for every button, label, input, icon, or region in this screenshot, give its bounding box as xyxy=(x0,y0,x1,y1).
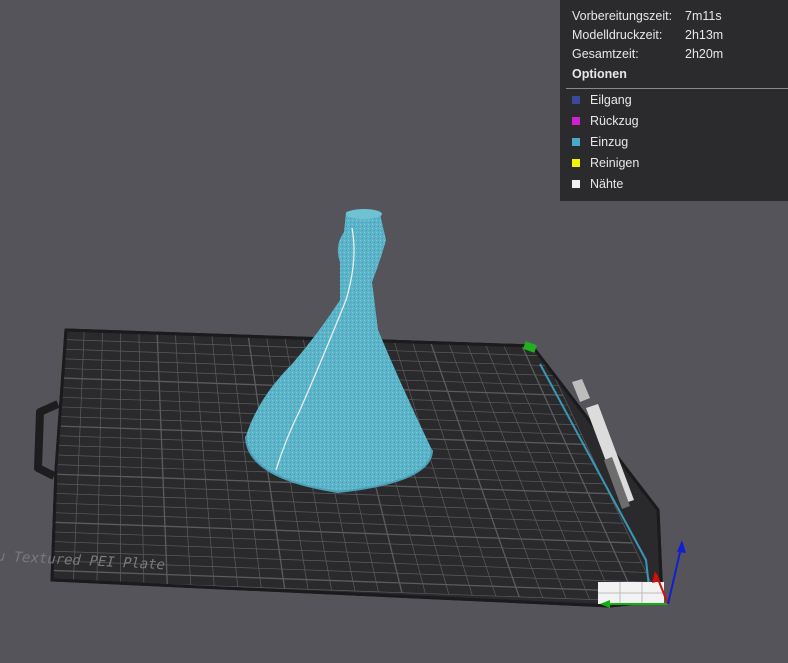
legend-label: Reinigen xyxy=(590,156,640,170)
swatch-icon xyxy=(572,159,580,167)
legend-label: Rückzug xyxy=(590,114,639,128)
stat-label: Vorbereitungszeit: xyxy=(572,9,673,23)
plate-corner-marker xyxy=(598,582,664,604)
swatch-icon xyxy=(572,180,580,188)
legend-label: Eilgang xyxy=(590,93,632,107)
divider xyxy=(566,88,788,89)
swatch-icon xyxy=(572,138,580,146)
swatch-icon xyxy=(572,96,580,104)
options-title: Optionen xyxy=(572,67,627,81)
swatch-icon xyxy=(572,117,580,125)
statistics-panel: Vorbereitungszeit: 7m11s Modelldruckzeit… xyxy=(560,0,788,201)
stat-label: Gesamtzeit: xyxy=(572,47,639,61)
stat-value: 7m11s xyxy=(685,9,722,23)
legend-label: Einzug xyxy=(590,135,629,149)
stat-value: 2h13m xyxy=(685,28,724,42)
legend-label: Nähte xyxy=(590,177,624,191)
stat-value: 2h20m xyxy=(685,47,724,61)
stat-label: Modelldruckzeit: xyxy=(572,28,663,42)
